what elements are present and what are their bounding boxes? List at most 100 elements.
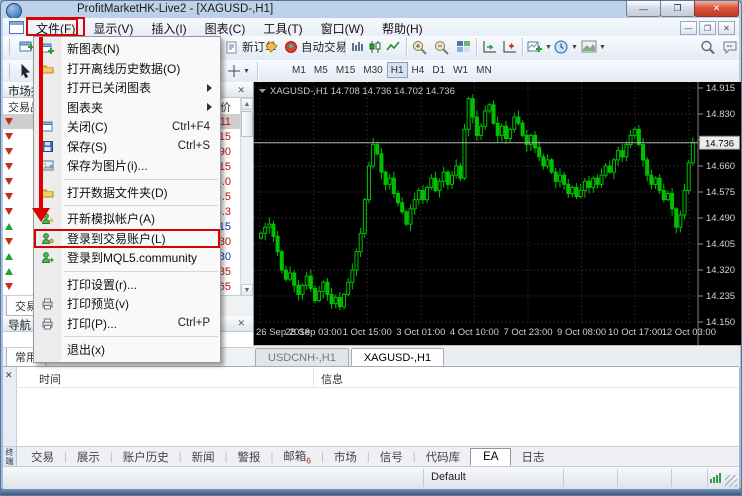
- file-menu-item-5[interactable]: 保存(S)Ctrl+S: [34, 137, 220, 157]
- resize-grip[interactable]: [725, 475, 737, 487]
- file-menu-item-label: 打开已关闭图表: [61, 79, 207, 96]
- terminal-tab-2[interactable]: 账户历史: [113, 447, 179, 467]
- file-menu-item-label: 打印设置(r)...: [61, 276, 220, 293]
- file-menu-item-3[interactable]: 图表夹: [34, 98, 220, 118]
- file-menu-item-2[interactable]: 打开已关闭图表: [34, 78, 220, 98]
- bar-chart-button[interactable]: [347, 37, 367, 57]
- terminal-close-icon[interactable]: ✕: [5, 370, 13, 381]
- autotrade-button[interactable]: 自动交易: [281, 37, 350, 57]
- terminal-tab-4[interactable]: 警报: [227, 447, 270, 467]
- down-arrow-icon: [5, 208, 13, 215]
- market-watch-scrollbar[interactable]: ▲ ▼: [240, 98, 253, 296]
- menu-item-6[interactable]: 帮助(H): [373, 18, 432, 36]
- terminal-tab-6[interactable]: 市场: [324, 447, 367, 467]
- terminal-tab-1[interactable]: 展示: [67, 447, 110, 467]
- close-button[interactable]: ✕: [694, 1, 739, 17]
- message-column-header[interactable]: 信息: [321, 371, 343, 387]
- terminal-tab-9[interactable]: EA: [470, 448, 511, 466]
- terminal-tab-8[interactable]: 代码库: [416, 447, 471, 467]
- scroll-up-icon[interactable]: ▲: [241, 98, 253, 110]
- svg-text:14.915: 14.915: [706, 83, 735, 94]
- chart-tab-XAGUSDH1[interactable]: XAGUSD-,H1: [351, 348, 444, 366]
- svg-text:12 Oct 03:00: 12 Oct 03:00: [662, 327, 716, 338]
- file-menu-item-15[interactable]: 打印预览(v): [34, 294, 220, 314]
- file-menu-item-label: 打开离线历史数据(O): [61, 60, 220, 77]
- templates-button[interactable]: ▼: [578, 37, 609, 57]
- chart-mdi-icon[interactable]: [9, 21, 24, 34]
- file-menu-item-14[interactable]: 打印设置(r)...: [34, 275, 220, 295]
- down-arrow-icon: [5, 148, 13, 155]
- svg-text:14.575: 14.575: [706, 187, 735, 198]
- navigator-close-icon[interactable]: ✕: [237, 319, 245, 328]
- file-menu-item-6[interactable]: 保存为图片(i)...: [34, 156, 220, 176]
- down-arrow-icon: [5, 133, 13, 140]
- terminal-tab-5[interactable]: 邮箱6: [273, 446, 321, 467]
- chart-window[interactable]: 14.91514.83014.66014.57514.49014.40514.3…: [253, 82, 741, 345]
- file-menu-item-label: 打印预览(v): [61, 295, 220, 312]
- menu-item-3[interactable]: 图表(C): [196, 18, 255, 36]
- scroll-thumb[interactable]: [241, 111, 253, 137]
- file-menu-item-12[interactable]: 登录到MQL5.community: [34, 248, 220, 268]
- file-menu-item-label: 登录到MQL5.community: [61, 249, 220, 266]
- timeframe-M1[interactable]: M1: [288, 62, 310, 78]
- timeframe-M30[interactable]: M30: [359, 62, 386, 78]
- candlestick-button[interactable]: [365, 37, 385, 57]
- file-menu-item-1[interactable]: 打开离线历史数据(O): [34, 59, 220, 79]
- file-menu-item-label: 图表夹: [61, 99, 207, 116]
- time-column-header[interactable]: 时间: [39, 371, 61, 387]
- submenu-arrow-icon: [207, 103, 212, 111]
- market-watch-close-icon[interactable]: ✕: [237, 86, 245, 95]
- file-menu-item-4[interactable]: 关闭(C)Ctrl+F4: [34, 117, 220, 137]
- child-restore-button[interactable]: ❐: [699, 21, 716, 35]
- file-menu-item-10[interactable]: 开新模拟帐户(A): [34, 209, 220, 229]
- file-menu-item-label: 开新模拟帐户(A): [61, 210, 220, 227]
- toolbar-grip[interactable]: [5, 63, 10, 79]
- terminal-tab-7[interactable]: 信号: [370, 447, 413, 467]
- timeframe-H4[interactable]: H4: [408, 62, 429, 78]
- search-button[interactable]: [697, 37, 719, 57]
- file-menu-item-label: 新图表(N): [61, 40, 220, 57]
- timeframe-D1[interactable]: D1: [428, 62, 449, 78]
- terminal-tab-3[interactable]: 新闻: [182, 447, 225, 467]
- file-menu-item-11[interactable]: 登录到交易账户(L): [34, 229, 220, 249]
- file-menu-item-18[interactable]: 退出(x): [34, 340, 220, 360]
- annotation-arrow-head: [32, 208, 50, 222]
- tile-windows-button[interactable]: [453, 37, 474, 57]
- timeframe-H1[interactable]: H1: [387, 62, 408, 78]
- menu-item-5[interactable]: 窗口(W): [312, 18, 373, 36]
- terminal-vertical-tab[interactable]: 终端: [3, 447, 17, 467]
- terminal-tab-10[interactable]: 日志: [511, 447, 554, 467]
- menu-item-1[interactable]: 显示(V): [84, 18, 142, 36]
- crosshair-icon: [227, 64, 241, 78]
- file-menu-item-16[interactable]: 打印(P)...Ctrl+P: [34, 314, 220, 334]
- zoom-out-button[interactable]: [431, 37, 453, 57]
- menu-item-4[interactable]: 工具(T): [254, 18, 311, 36]
- timeframe-MN[interactable]: MN: [472, 62, 496, 78]
- file-menu-item-8[interactable]: 打开数据文件夹(D): [34, 183, 220, 203]
- profile-indicator[interactable]: Default: [431, 471, 466, 483]
- chart-shift-button[interactable]: [499, 37, 521, 57]
- timeframe-M5[interactable]: M5: [310, 62, 332, 78]
- restore-button[interactable]: ❐: [660, 1, 695, 17]
- terminal-tab-0[interactable]: 交易: [21, 447, 64, 467]
- toolbar-grip[interactable]: [5, 39, 10, 55]
- file-menu-item-0[interactable]: 新图表(N): [34, 39, 220, 59]
- auto-scroll-icon: [482, 40, 498, 55]
- line-chart-button[interactable]: [383, 37, 403, 57]
- timeframe-W1[interactable]: W1: [449, 62, 472, 78]
- minimize-button[interactable]: —: [626, 1, 661, 17]
- chat-button[interactable]: [719, 37, 742, 57]
- auto-scroll-button[interactable]: [479, 37, 501, 57]
- chart-tab-USDCNHH1[interactable]: USDCNH-,H1: [255, 348, 349, 366]
- child-minimize-button[interactable]: —: [680, 21, 697, 35]
- timeframe-M15[interactable]: M15: [332, 62, 359, 78]
- zoom-in-button[interactable]: [409, 37, 431, 57]
- child-close-button[interactable]: ✕: [718, 21, 735, 35]
- tile-windows-icon: [456, 40, 471, 54]
- menu-separator: [64, 271, 218, 272]
- periods-button[interactable]: ▼: [551, 37, 581, 57]
- wallet-button[interactable]: [261, 37, 282, 57]
- menu-item-2[interactable]: 插入(I): [142, 18, 195, 36]
- periods-dropdown-arrow: ▼: [571, 44, 578, 51]
- crosshair-button[interactable]: ▼: [224, 61, 253, 81]
